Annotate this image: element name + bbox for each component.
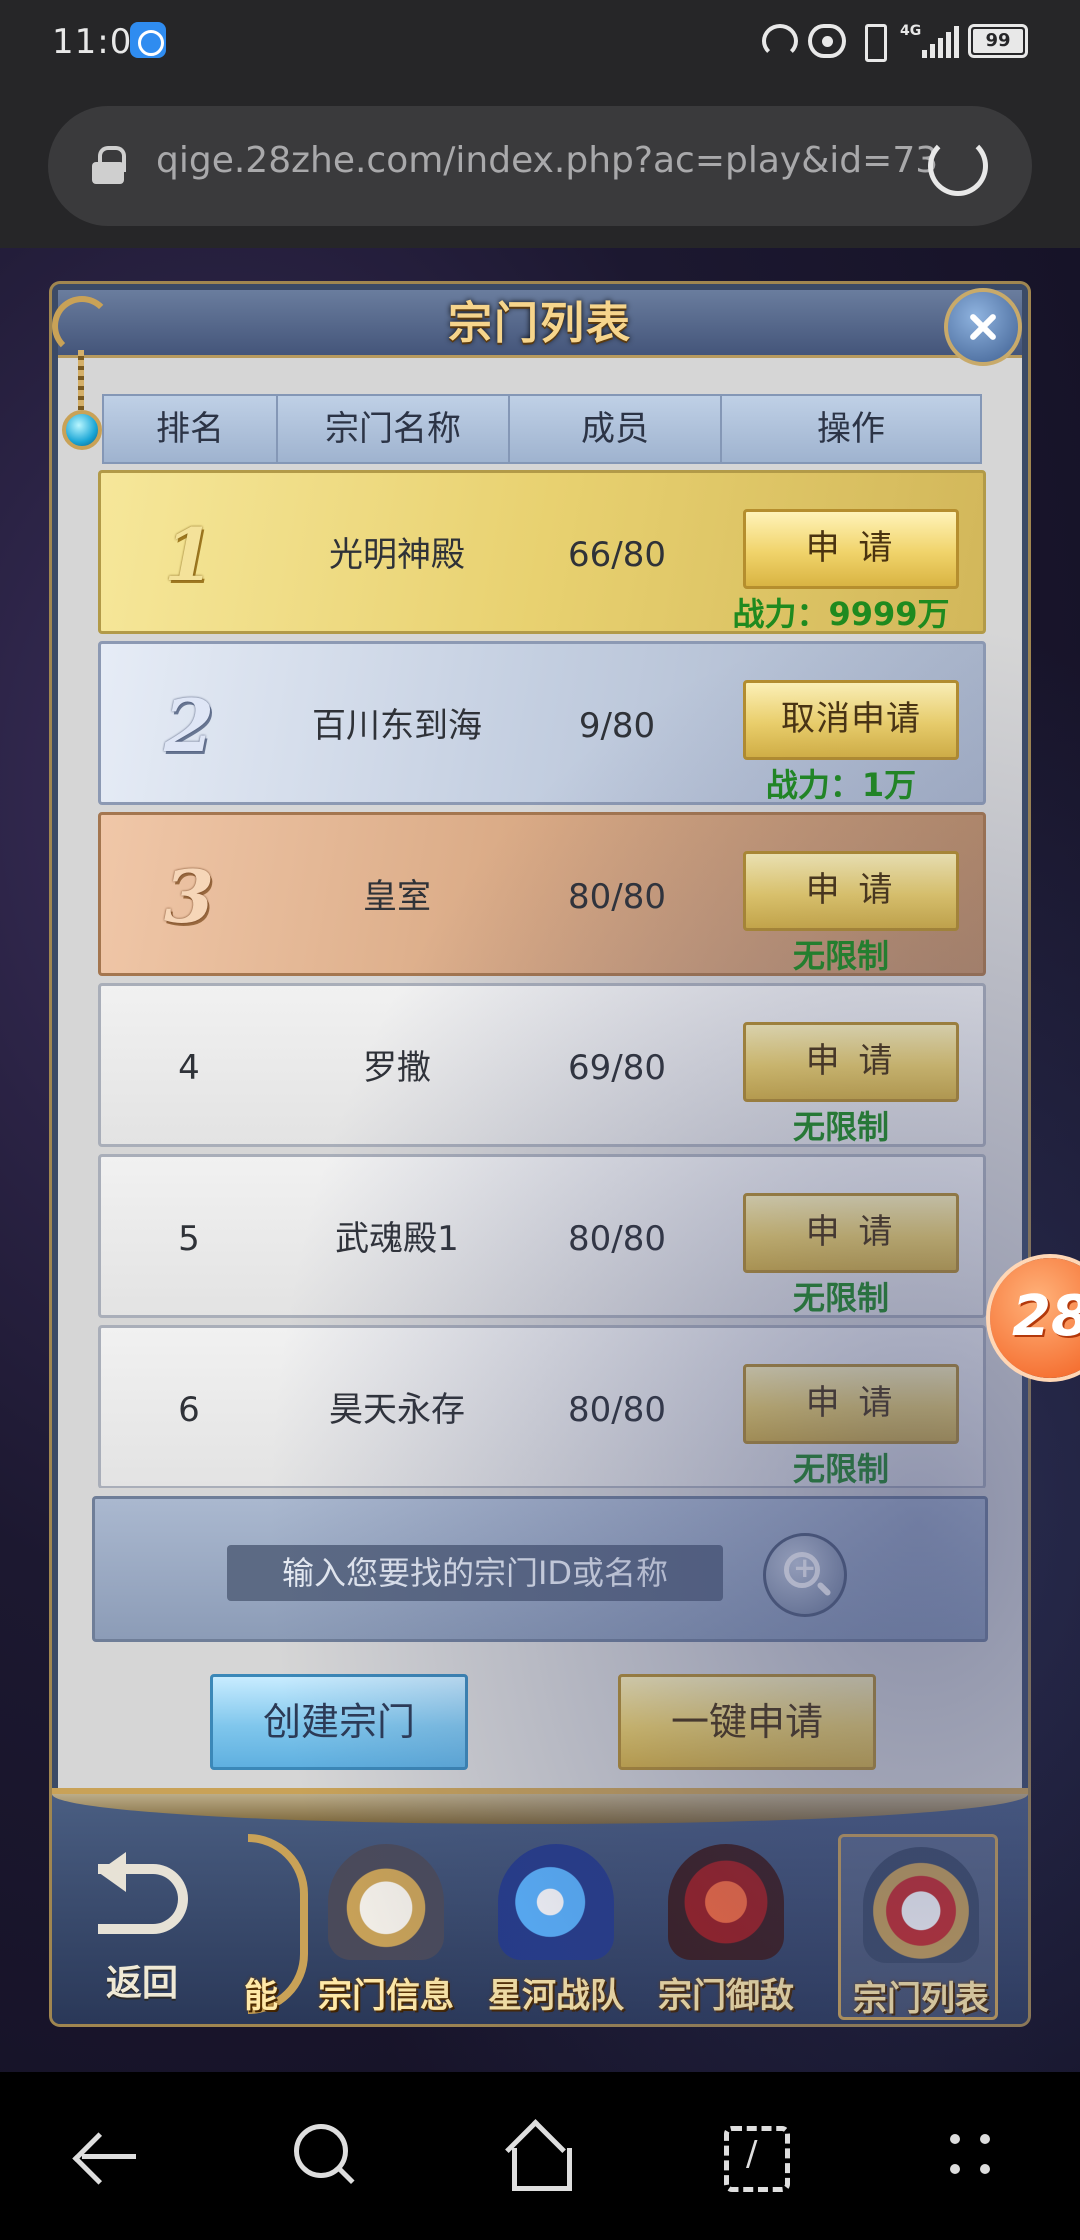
sect-info-icon [328,1844,444,1960]
sect-members: 80/80 [568,1219,666,1259]
sect-members: 80/80 [568,877,666,917]
screen: 11:08 4G 99 qige.28zhe.com/index.php?ac=… [0,0,1080,2240]
apply-button[interactable]: 申 请 [743,1022,959,1102]
sect-members: 9/80 [578,706,656,746]
rank-number: 4 [178,1048,200,1088]
apply-button[interactable]: 申 请 [743,509,959,589]
sect-name: 皇室 [363,877,431,917]
nav-tabs-icon[interactable] [720,2122,790,2192]
power-requirement: 无限制 [792,1450,889,1488]
system-nav-bar [0,2072,1080,2240]
sect-members: 69/80 [568,1048,666,1088]
network-type: 4G [900,23,922,39]
sect-name: 昊天永存 [329,1390,465,1430]
sect-name: 罗撒 [363,1048,431,1088]
vibrate-icon [858,24,888,62]
gem-ornament [48,290,124,490]
power-requirement: 无限制 [792,937,889,975]
nav-item-sect-list[interactable]: 宗门列表 [838,1834,998,2020]
battery-icon: 99 [968,24,1028,58]
col-rank: 排名 [104,396,278,462]
sect-members: 66/80 [568,535,666,575]
close-icon[interactable] [944,288,1022,366]
table-header: 排名 宗门名称 成员 操作 [102,394,982,464]
power-requirement: 战力：1万 [765,766,917,804]
status-bar: 11:08 4G 99 [0,0,1080,90]
eye-icon [808,24,846,58]
sect-row[interactable]: 3 皇室 80/80 申 请 无限制 [98,812,986,976]
sect-row[interactable]: 4 罗撒 69/80 申 请 无限制 [98,983,986,1147]
sect-name: 光明神殿 [329,535,465,575]
bow-ornament [248,1834,308,2014]
sect-row[interactable]: 5 武魂殿1 80/80 申 请 无限制 [98,1154,986,1318]
browser-toolbar: qige.28zhe.com/index.php?ac=play&id=7336… [0,90,1080,248]
game-bottom-nav: 返回 能 宗门信息 星河战队 宗门御敌 宗门列表 [52,1788,1028,2024]
nav-home-icon[interactable] [504,2122,574,2192]
game-canvas: 宗门列表 排名 宗门名称 成员 操作 1 光明神殿 66/80 申 请 战力：9… [0,248,1080,2072]
power-requirement: 战力：9999万 [732,595,950,633]
nav-label: 宗门御敌 [658,1976,794,2016]
back-button[interactable]: 返回 [82,1852,202,2004]
rank-number: 6 [178,1390,200,1430]
nav-label: 宗门信息 [318,1976,454,2016]
rank-number: 5 [178,1219,200,1259]
apply-button[interactable]: 申 请 [743,1193,959,1273]
demon-icon [668,1844,784,1960]
app-notification-icon [130,22,166,58]
nav-search-icon[interactable] [290,2122,360,2192]
panel-title: 宗门列表 [448,298,632,349]
one-key-apply-button[interactable]: 一键申请 [618,1674,876,1770]
reload-icon[interactable] [928,136,988,196]
search-icon[interactable] [763,1533,847,1617]
search-input[interactable]: 输入您要找的宗门ID或名称 [227,1545,723,1601]
power-requirement: 无限制 [792,1108,889,1146]
search-bar: 输入您要找的宗门ID或名称 [92,1496,988,1642]
col-members: 成员 [510,396,722,462]
nav-item-galaxy-squad[interactable]: 星河战队 [476,1834,636,2020]
rocket-icon [498,1844,614,1960]
nav-more-icon[interactable] [940,2122,1010,2192]
nav-item-partial[interactable]: 能 [158,1834,278,2020]
battery-level: 99 [973,29,1023,53]
cancel-apply-button[interactable]: 取消申请 [743,680,959,760]
rank-badge: 3 [163,854,215,939]
power-requirement: 无限制 [792,1279,889,1317]
create-sect-button[interactable]: 创建宗门 [210,1674,468,1770]
apply-button[interactable]: 申 请 [743,1364,959,1444]
col-action: 操作 [817,409,885,449]
sect-members: 80/80 [568,1390,666,1430]
nav-label: 星河战队 [488,1976,624,2016]
sect-name: 百川东到海 [312,706,482,746]
col-sect-name: 宗门名称 [278,396,510,462]
nav-item-sect-defense[interactable]: 宗门御敌 [646,1834,806,2020]
sect-row[interactable]: 2 百川东到海 9/80 取消申请 战力：1万 [98,641,986,805]
nav-label: 能 [244,1976,278,2016]
nav-label: 宗门列表 [853,1979,989,2019]
sect-list-panel: 宗门列表 排名 宗门名称 成员 操作 1 光明神殿 66/80 申 请 战力：9… [52,284,1028,2024]
float-badge-label: 28 [1012,1284,1080,1349]
nav-item-sect-info[interactable]: 宗门信息 [306,1834,466,2020]
speed-icon [762,24,798,58]
sect-row[interactable]: 1 光明神殿 66/80 申 请 战力：9999万 [98,470,986,634]
rank-badge: 1 [163,512,215,597]
lock-icon [92,146,126,184]
url-text[interactable]: qige.28zhe.com/index.php?ac=play&id=7336… [156,140,936,192]
rank-badge: 2 [163,683,215,768]
panel-header: 宗门列表 [58,290,1022,358]
signal-icon: 4G [900,24,960,58]
sect-list[interactable]: 1 光明神殿 66/80 申 请 战力：9999万 2 百川东到海 9/80 取… [98,470,986,1488]
sect-name: 武魂殿1 [335,1219,459,1259]
back-label: 返回 [105,1963,178,2004]
sect-row[interactable]: 6 昊天永存 80/80 申 请 无限制 [98,1325,986,1488]
address-bar[interactable]: qige.28zhe.com/index.php?ac=play&id=7336… [48,106,1032,226]
apply-button[interactable]: 申 请 [743,851,959,931]
sect-list-icon [863,1847,979,1963]
nav-back-icon[interactable] [72,2122,142,2192]
back-arrow-icon [98,1852,188,1934]
